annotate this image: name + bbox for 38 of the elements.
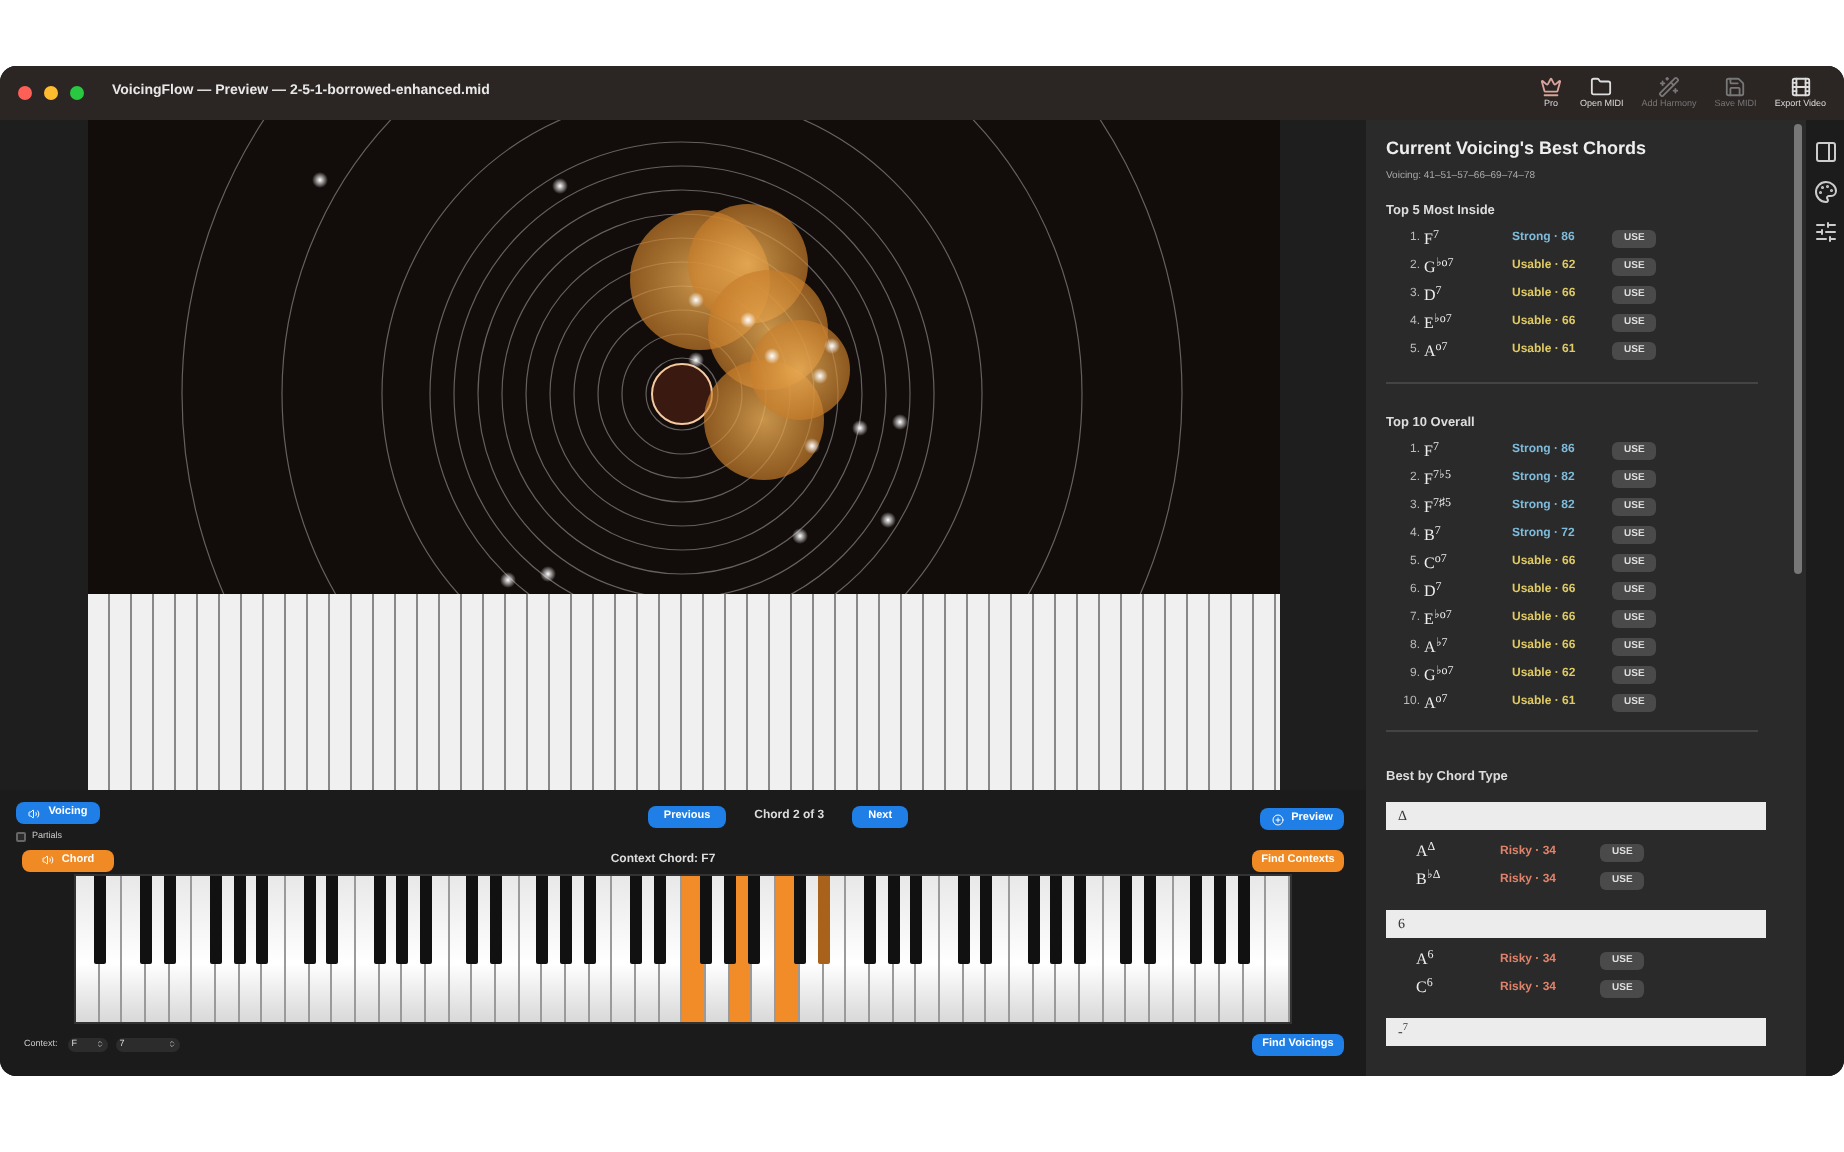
chevron-icon xyxy=(95,1040,104,1049)
film-icon xyxy=(1789,75,1812,98)
chord-name: A$^{o7}$ xyxy=(1424,339,1450,364)
chord-name: F$^{7♯5}$ xyxy=(1424,495,1453,519)
speaker-icon xyxy=(41,854,54,867)
chord-name: A$^{♭7}$ xyxy=(1424,635,1450,659)
chord-name: C$^{6}$ xyxy=(1414,976,1435,1001)
plus-circle-icon xyxy=(1271,813,1284,825)
speaker-icon xyxy=(28,807,41,819)
chord-name: A$^{6}$ xyxy=(1414,948,1436,973)
chord-name: D$^{7}$ xyxy=(1424,283,1444,308)
chord-name: B$^{7}$ xyxy=(1424,523,1443,547)
magic-wand-icon xyxy=(1658,75,1681,98)
sliders-icon[interactable] xyxy=(1813,220,1837,244)
crown-icon xyxy=(1540,75,1563,98)
panel-title: Current Voicing's Best Chords xyxy=(1386,136,1648,162)
chord-name: G$^{♭o7}$ xyxy=(1424,255,1456,280)
chevron-icon xyxy=(167,1040,176,1049)
chord-name: E$^{♭o7}$ xyxy=(1424,607,1454,631)
chord-name: F$^{7}$ xyxy=(1424,227,1441,252)
zoom-button[interactable] xyxy=(70,86,84,100)
chord-name: C$^{o7}$ xyxy=(1424,551,1449,575)
palette-icon[interactable] xyxy=(1813,180,1837,204)
minimize-button[interactable] xyxy=(44,86,58,100)
sidebar-icon[interactable] xyxy=(1813,140,1837,164)
chord-name: E$^{♭o7}$ xyxy=(1424,311,1454,336)
chord-name: B$^{♭Δ}$ xyxy=(1414,868,1443,893)
scrollbar-thumb[interactable] xyxy=(1794,124,1802,574)
partials-checkbox[interactable] xyxy=(16,831,26,842)
chord-name: D$^{7}$ xyxy=(1424,579,1444,603)
chord-name: F$^{7}$ xyxy=(1424,439,1441,463)
chord-name: G$^{♭o7}$ xyxy=(1424,663,1456,687)
chord-name: A$^{Δ}$ xyxy=(1414,840,1438,865)
chord-name: F$^{7♭5}$ xyxy=(1424,467,1453,491)
chord-name: A$^{o7}$ xyxy=(1424,691,1450,715)
close-button[interactable] xyxy=(18,86,32,100)
folder-icon xyxy=(1590,75,1613,98)
save-icon xyxy=(1724,75,1747,98)
